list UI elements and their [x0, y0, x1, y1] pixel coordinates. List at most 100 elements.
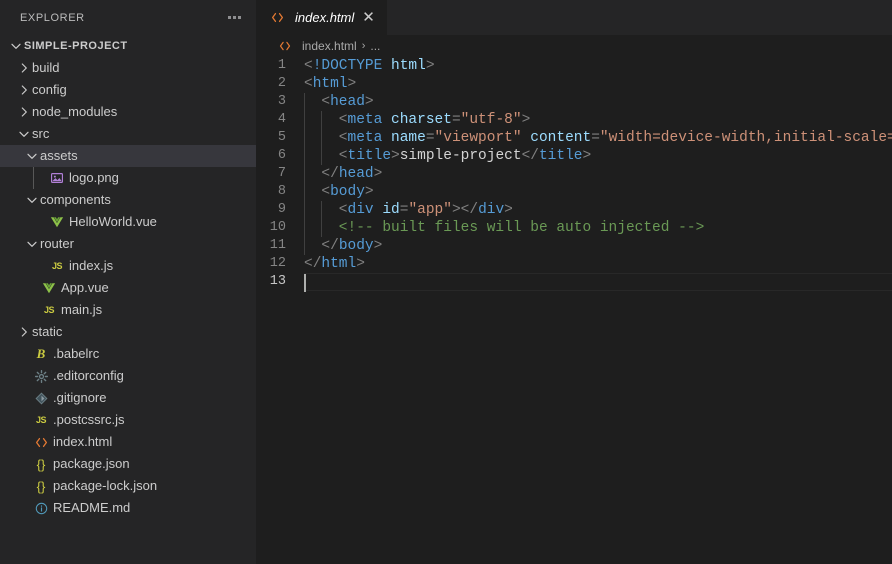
token-punct: </: [304, 238, 339, 254]
chevron-down-icon[interactable]: [24, 148, 40, 164]
editor-tab-index-html[interactable]: index.html ✕: [256, 0, 388, 35]
token-attr: id: [382, 202, 400, 218]
breadcrumb-file[interactable]: index.html: [302, 39, 357, 53]
tree-item-static[interactable]: static: [0, 321, 256, 343]
tree-item-router[interactable]: router: [0, 233, 256, 255]
code-line[interactable]: 6 <title>simple-project</title>: [256, 147, 892, 165]
tree-item-readme-md[interactable]: README.md: [0, 497, 256, 519]
tree-item-components[interactable]: components: [0, 189, 256, 211]
code-indent-guide: [304, 93, 305, 111]
code-line[interactable]: 8 <body>: [256, 183, 892, 201]
token-punct: ></: [451, 202, 479, 218]
tree-item-build[interactable]: build: [0, 57, 256, 79]
tree-item-config[interactable]: config: [0, 79, 256, 101]
ellipsis-icon[interactable]: [225, 14, 244, 21]
tree-item-app-vue[interactable]: App.vue: [0, 277, 256, 299]
tree-item-label: static: [32, 324, 63, 339]
tree-item-label: main.js: [61, 302, 103, 317]
tree-item-helloworld-vue[interactable]: HelloWorld.vue: [0, 211, 256, 233]
code-line[interactable]: 12 </html>: [256, 255, 892, 273]
code-tokens: <head>: [304, 93, 373, 111]
tree-item-src[interactable]: src: [0, 123, 256, 145]
tree-item-label: .gitignore: [53, 390, 107, 405]
tree-item-editorconfig[interactable]: .editorconfig: [0, 365, 256, 387]
vue-file-icon: [48, 214, 66, 230]
code-indent-guide: [304, 219, 305, 237]
code-editor[interactable]: 1 <!DOCTYPE html> 2 <html> 3 <head> 4 <meta c…: [256, 57, 892, 564]
code-line-content: <meta charset="utf-8">: [304, 111, 892, 129]
tree-item-label: src: [32, 126, 50, 141]
code-tokens: <body>: [304, 183, 374, 201]
chevron-down-icon[interactable]: [24, 236, 40, 252]
token-str: "utf-8": [460, 112, 522, 128]
code-line-content: <html>: [304, 75, 892, 93]
code-line[interactable]: 13: [256, 273, 892, 292]
code-line[interactable]: 7 </head>: [256, 165, 892, 183]
code-line[interactable]: 5 <meta name="viewport" content="width=d…: [256, 129, 892, 147]
js-file-icon: JS: [51, 261, 63, 271]
token-tag: html: [321, 256, 357, 272]
code-indent-guide: [304, 165, 305, 183]
tree-item-simple-project[interactable]: SIMPLE-PROJECT: [0, 35, 256, 57]
tree-item-label: router: [40, 236, 74, 251]
token-comment: <!-- built files will be auto injected -…: [304, 220, 705, 236]
code-line-content: <div id="app"></div>: [304, 201, 892, 219]
breadcrumb[interactable]: index.html › ...: [256, 35, 892, 57]
line-number: 12: [269, 256, 286, 271]
code-tokens: <div id="app"></div>: [304, 201, 513, 219]
token-punct: <: [304, 202, 348, 218]
line-number: 2: [277, 76, 286, 91]
tree-item-babelrc[interactable]: B .babelrc: [0, 343, 256, 365]
code-indent-guide: [320, 111, 322, 129]
line-number: 13: [269, 274, 286, 289]
tree-item-label: config: [32, 82, 67, 97]
tree-item-label: index.js: [69, 258, 114, 273]
breadcrumb-overflow[interactable]: ...: [370, 39, 380, 53]
tree-item-gitignore[interactable]: .gitignore: [0, 387, 256, 409]
code-line[interactable]: 9 <div id="app"></div>: [256, 201, 892, 219]
tree-item-package-json[interactable]: {} package.json: [0, 453, 256, 475]
html-file-icon: [32, 434, 50, 450]
chevron-down-icon[interactable]: [16, 126, 32, 142]
token-punct: <: [304, 130, 348, 146]
code-line[interactable]: 11 </body>: [256, 237, 892, 255]
chevron-right-icon[interactable]: [16, 60, 32, 76]
token-punct: >: [364, 184, 374, 200]
chevron-right-icon[interactable]: [16, 82, 32, 98]
code-indent-guide: [304, 183, 305, 201]
tree-item-main-js[interactable]: JS main.js: [0, 299, 256, 321]
token-punct: <: [304, 58, 313, 74]
code-line-content: </html>: [304, 255, 892, 273]
code-line[interactable]: 2 <html>: [256, 75, 892, 93]
tree-item-label: package.json: [53, 456, 130, 471]
tree-item-label: HelloWorld.vue: [69, 214, 157, 229]
code-line[interactable]: 4 <meta charset="utf-8">: [256, 111, 892, 129]
tree-item-index-js[interactable]: JS index.js: [0, 255, 256, 277]
token-attr: charset: [391, 112, 452, 128]
tree-item-index-html[interactable]: index.html: [0, 431, 256, 453]
file-tree[interactable]: SIMPLE-PROJECT build config node_modulessrc…: [0, 35, 256, 564]
code-line[interactable]: 1 <!DOCTYPE html>: [256, 57, 892, 75]
info-file-icon: [32, 500, 50, 516]
chevron-right-icon[interactable]: [16, 104, 32, 120]
code-line[interactable]: 10 <!-- built files will be auto injecte…: [256, 219, 892, 237]
chevron-down-icon[interactable]: [8, 38, 24, 54]
tree-item-assets[interactable]: assets: [0, 145, 256, 167]
token-punct: >: [521, 112, 531, 128]
tree-item-node-modules[interactable]: node_modules: [0, 101, 256, 123]
image-file-icon: [48, 170, 66, 186]
code-tokens: <title>simple-project</title>: [304, 147, 591, 165]
tree-item-logo-png[interactable]: logo.png: [0, 167, 256, 189]
code-indent-guide: [304, 201, 305, 219]
tree-item-package-lock-json[interactable]: {} package-lock.json: [0, 475, 256, 497]
chevron-right-icon[interactable]: [16, 324, 32, 340]
token-punct: =: [425, 130, 435, 146]
tree-item-postcssrc-js[interactable]: JS .postcssrc.js: [0, 409, 256, 431]
code-line[interactable]: 3 <head>: [256, 93, 892, 111]
tabbar-empty-area: [387, 0, 892, 35]
chevron-down-icon[interactable]: [24, 192, 40, 208]
close-icon[interactable]: ✕: [360, 10, 377, 25]
